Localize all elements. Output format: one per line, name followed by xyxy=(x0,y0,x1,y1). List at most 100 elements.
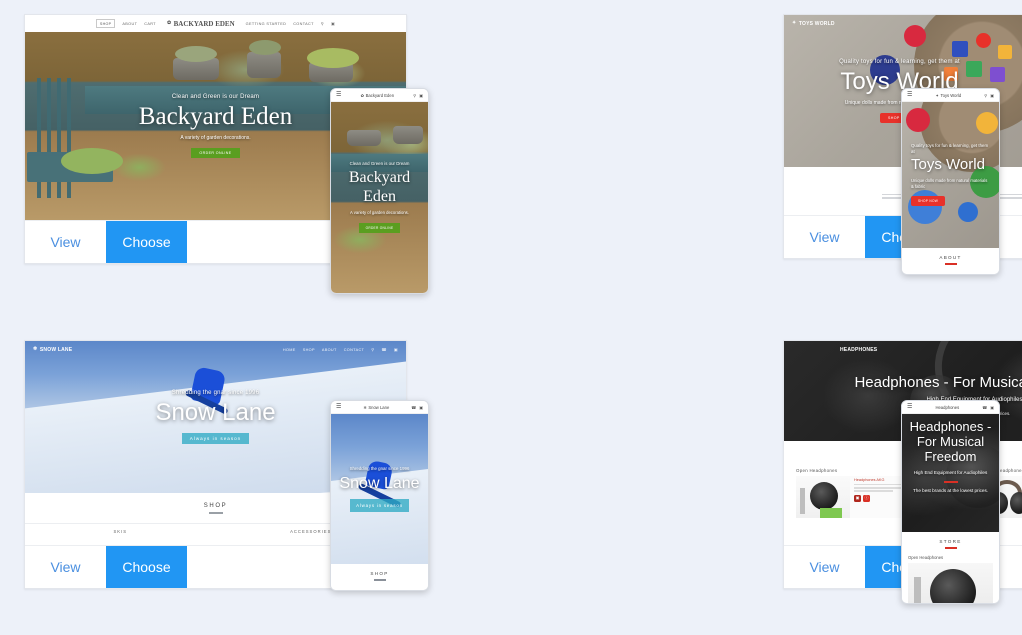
hamburger-icon[interactable]: ☰ xyxy=(336,92,341,98)
site-brand-label: Backyard Eden xyxy=(173,19,235,28)
nav-item-getting-started[interactable]: GETTING STARTED xyxy=(246,22,287,26)
product-actions: ▣ ⓘ xyxy=(854,494,870,502)
phone-hero-title: Toys World xyxy=(911,156,985,174)
phone-cta-button[interactable]: Always in season xyxy=(350,499,409,513)
cart-icon[interactable]: ▣ xyxy=(990,405,994,410)
phone-hero: Quality toys for fun & learning, get the… xyxy=(902,102,999,248)
phone-title: Headphones xyxy=(935,405,959,410)
decorative-toy xyxy=(976,33,991,48)
phone-title: ❄ Snow Lane xyxy=(363,405,389,410)
phone-hero: Shredding the gnar since 1996 Snow Lane … xyxy=(331,414,428,564)
decorative-plant xyxy=(175,46,217,62)
template-cell-snow-lane: ❄ Snow Lane HOME SHOP ABOUT CONTACT ⚲ ☎ … xyxy=(24,334,595,634)
phone-icon[interactable]: ☎ xyxy=(982,405,987,410)
hamburger-icon[interactable]: ☰ xyxy=(907,92,912,98)
view-button[interactable]: View xyxy=(25,221,106,263)
phone-title-label: Toys World xyxy=(940,92,962,98)
phone-hero: Headphones - For Musical Freedom High En… xyxy=(902,414,999,532)
star-icon: ✦ xyxy=(792,20,797,26)
nav-item-contact[interactable]: CONTACT xyxy=(344,348,365,352)
decorative-button xyxy=(976,112,998,134)
template-cell-toys-world: ✦ Toys World HOME ABOUT SHOP CONTACT ⚲ ▣ xyxy=(595,14,1022,334)
snowflake-icon: ❄ xyxy=(33,346,38,352)
phone-preview-headphones: ☰ Headphones ☎ ▣ Headphones - For Musica… xyxy=(901,400,1000,604)
cart-icon[interactable]: ▣ xyxy=(854,494,861,502)
phone-hero-tagline: Clean and Green is our Dream xyxy=(349,161,410,167)
nav-item-home[interactable]: HOME xyxy=(283,348,296,352)
site-brand-backyard-eden: ✿ Backyard Eden xyxy=(167,20,235,28)
phone-store-section: STORE Open Headphones xyxy=(902,532,999,603)
site-brand-label: Toys World xyxy=(798,20,835,27)
phone-nav: ☰ ❄ Snow Lane ☎ ▣ xyxy=(331,401,428,414)
decorative-earcup xyxy=(1009,491,1022,514)
view-button[interactable]: View xyxy=(784,216,865,258)
hero-cta-button[interactable]: ORDER ONLINE xyxy=(191,147,240,158)
phone-icon[interactable]: ☎ xyxy=(411,405,416,410)
hero-cta-button[interactable]: Always in season xyxy=(181,432,250,444)
nav-pill-shop[interactable]: SHOP xyxy=(95,19,116,28)
phone-hero-subtitle: High End Equipment for Audiophiles xyxy=(913,469,988,475)
nav-item-about[interactable]: ABOUT xyxy=(322,348,337,352)
decorative-stand xyxy=(914,576,921,603)
decorative-plant xyxy=(249,40,281,55)
phone-hero-underline xyxy=(943,481,958,483)
decorative-grass xyxy=(820,507,842,518)
search-icon[interactable]: ⚲ xyxy=(371,347,374,352)
phone-preview-snow-lane: ☰ ❄ Snow Lane ☎ ▣ Shredding the gnar sin… xyxy=(330,400,429,591)
search-icon[interactable]: ⚲ xyxy=(413,93,416,98)
phone-hero-title: Headphones - For Musical Freedom xyxy=(909,419,992,464)
star-icon: ✦ xyxy=(935,92,940,98)
decorative-plant xyxy=(307,48,359,68)
site-nav-backyard-eden: SHOP ABOUT CART ✿ Backyard Eden GETTING … xyxy=(25,15,406,32)
phone-title-label: Backyard Eden xyxy=(365,92,395,98)
cart-icon[interactable]: ▣ xyxy=(394,347,398,352)
flower-icon: ✿ xyxy=(166,21,172,26)
hamburger-icon[interactable]: ☰ xyxy=(336,404,341,410)
hero-title: Snow Lane xyxy=(155,398,276,426)
phone-preview-toys-world: ☰ ✦ Toys World ⚲ ▣ Quality toys for fun … xyxy=(901,88,1000,275)
view-button[interactable]: View xyxy=(784,546,865,588)
decorative-earcup xyxy=(810,481,838,510)
nav-item-cart[interactable]: CART xyxy=(144,22,156,26)
phone-title-label: Snow Lane xyxy=(368,404,390,410)
phone-cta-button[interactable]: ORDER ONLINE xyxy=(358,222,401,233)
choose-button[interactable]: Choose xyxy=(106,221,187,263)
phone-nav: ☰ ✿ Backyard Eden ⚲ ▣ xyxy=(331,89,428,102)
phone-cta-button[interactable]: SHOP NOW xyxy=(911,196,946,207)
decorative-button xyxy=(906,108,930,132)
decorative-toy xyxy=(998,45,1012,59)
product-image xyxy=(796,475,850,518)
cart-icon[interactable]: ▣ xyxy=(990,93,994,98)
choose-button[interactable]: Choose xyxy=(106,546,187,588)
site-nav-headphones: Headphones HOME STORE ABOUT CONTACT ⚲ ● … xyxy=(784,341,1022,358)
hero-tagline: Shredding the gnar since 1996 xyxy=(171,389,260,396)
phone-section-underline xyxy=(373,579,386,581)
decorative-toy xyxy=(966,61,982,77)
info-icon[interactable]: ⓘ xyxy=(863,494,870,502)
phone-icon[interactable]: ☎ xyxy=(382,347,387,352)
search-icon[interactable]: ⚲ xyxy=(321,21,324,26)
hero-tagline: Clean and Green is our Dream xyxy=(171,93,260,100)
phone-section-title: SHOP xyxy=(370,571,389,576)
hamburger-icon[interactable]: ☰ xyxy=(907,404,912,410)
flower-icon: ✿ xyxy=(360,92,365,98)
phone-nav-icons: ☎ ▣ xyxy=(982,405,994,410)
template-gallery: SHOP ABOUT CART ✿ Backyard Eden GETTING … xyxy=(0,0,1022,634)
cart-icon[interactable]: ▣ xyxy=(331,21,335,26)
phone-section-title: ABOUT xyxy=(939,255,962,260)
nav-item-about[interactable]: ABOUT xyxy=(122,22,137,26)
search-icon[interactable]: ⚲ xyxy=(984,93,987,98)
site-brand-snow-lane: ❄ Snow Lane xyxy=(33,347,72,353)
view-button[interactable]: View xyxy=(25,546,106,588)
cart-icon[interactable]: ▣ xyxy=(419,405,423,410)
phone-shop-section: SHOP xyxy=(331,564,428,590)
phone-preview-backyard-eden: ☰ ✿ Backyard Eden ⚲ ▣ Clean and Green is… xyxy=(330,88,429,294)
cart-icon[interactable]: ▣ xyxy=(419,93,423,98)
nav-item-shop[interactable]: SHOP xyxy=(303,348,315,352)
category-skis[interactable]: SKIS xyxy=(25,524,216,539)
nav-item-contact[interactable]: CONTACT xyxy=(293,22,314,26)
snowflake-icon: ❄ xyxy=(363,404,367,410)
decorative-toy xyxy=(990,67,1005,82)
phone-hero: Clean and Green is our Dream Backyard Ed… xyxy=(331,102,428,293)
phone-title: ✦ Toys World xyxy=(936,93,962,98)
